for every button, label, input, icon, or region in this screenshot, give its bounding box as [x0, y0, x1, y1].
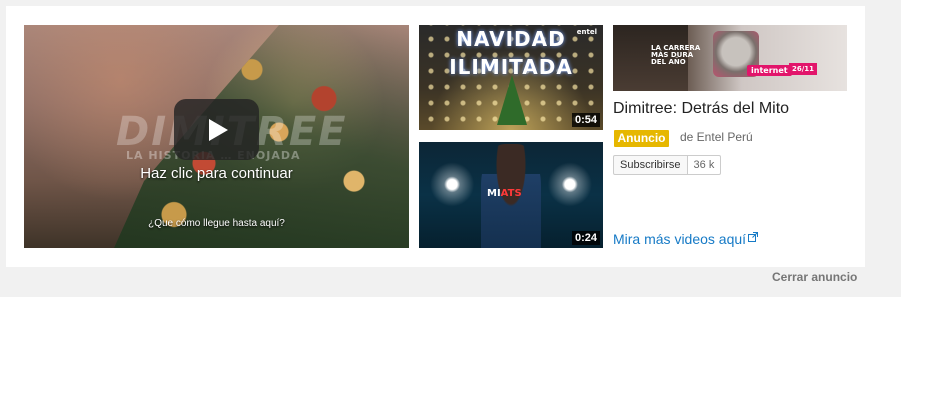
close-ad-link[interactable]: Cerrar anuncio: [772, 270, 857, 284]
video-thumbnail-boxer[interactable]: MIATS 0:24: [419, 142, 603, 248]
more-videos-label: Mira más videos aquí: [613, 231, 747, 247]
banner-internet-pill: internet: [747, 65, 792, 76]
channel-title[interactable]: Dimitree: Detrás del Mito: [613, 100, 789, 118]
banner-date: 26/11: [789, 63, 818, 75]
subscribe-button[interactable]: Subscribirse: [613, 155, 688, 175]
click-to-continue-text: Haz clic para continuar: [140, 165, 293, 182]
play-button[interactable]: [174, 99, 259, 160]
ad-badge: Anuncio: [614, 130, 669, 147]
banner-badge: LA CARRERA MÁS DURA DEL AÑO: [651, 45, 700, 66]
subscriber-count: 36 k: [687, 155, 722, 175]
brand-logo: entel: [576, 28, 597, 36]
channel-banner[interactable]: LA CARRERA MÁS DURA DEL AÑO internet 26/…: [613, 25, 847, 91]
subscribe-group: Subscribirse 36 k: [613, 155, 722, 175]
thumbnail-title-line1: NAVIDAD: [456, 27, 566, 51]
art-text-highlight: ATS: [500, 188, 522, 199]
video-subtitle: ¿Que cómo llegue hasta aquí?: [148, 218, 285, 229]
advertiser-byline: de Entel Perú: [680, 130, 753, 144]
banner-badge-line: DEL AÑO: [651, 58, 686, 66]
video-thumbnail-navidad[interactable]: NAVIDAD ILIMITADA entel 0:54: [419, 25, 603, 130]
external-link-icon: [748, 232, 759, 242]
more-videos-link[interactable]: Mira más videos aquí: [613, 231, 759, 247]
thumbnail-title-line2: ILIMITADA: [449, 55, 573, 79]
play-icon: [208, 118, 228, 141]
art-text-prefix: MI: [487, 188, 501, 199]
thumbnail-art-text: MIATS: [487, 188, 522, 199]
video-duration: 0:54: [571, 113, 600, 127]
video-duration: 0:24: [571, 231, 600, 245]
main-video-player[interactable]: DIMITREE LA HISTORIA … ENOJADA Haz clic …: [24, 25, 409, 248]
